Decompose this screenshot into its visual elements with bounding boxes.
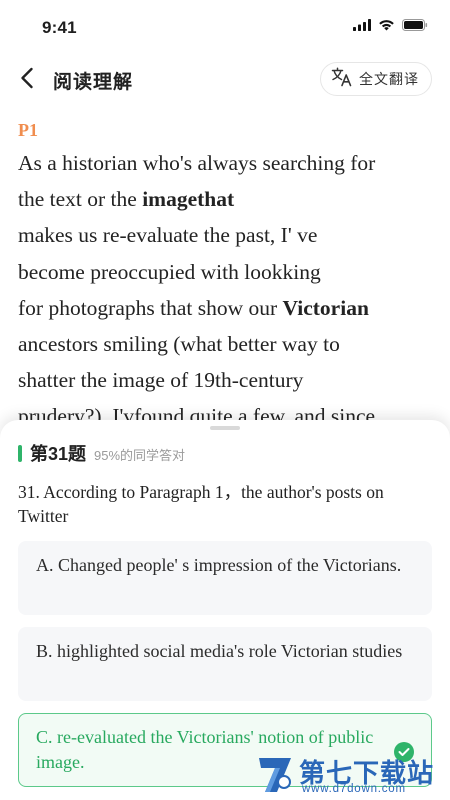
nav-bar: 阅读理解 全文翻译 bbox=[0, 56, 450, 104]
question-number: 第31题 bbox=[30, 444, 87, 464]
option-b-text: B. highlighted social media's role Victo… bbox=[36, 641, 403, 661]
question-correct-rate: 95%的同学答对 bbox=[94, 448, 186, 463]
status-bar: 9:41 bbox=[0, 0, 450, 56]
passage-keyword: Victorian bbox=[282, 295, 369, 320]
passage-text-segment: become preoccupied with lookking bbox=[18, 259, 321, 284]
passage-text-segment: the text or the bbox=[18, 187, 143, 212]
passage-text-segment: ancestors smiling (what better way to bbox=[18, 332, 340, 357]
question-header: 第31题 95%的同学答对 bbox=[18, 442, 185, 464]
wifi-icon bbox=[378, 18, 395, 36]
paragraph-label: P1 bbox=[18, 120, 38, 140]
status-time: 9:41 bbox=[42, 18, 77, 37]
passage-text-segment: for photographs that show our bbox=[18, 295, 283, 320]
status-icons bbox=[353, 19, 428, 35]
passage-line: shatter the image of 19th-century bbox=[18, 362, 438, 398]
passage-line: ancestors smiling (what better way to bbox=[18, 326, 438, 362]
passage-text-segment: As a historian who's always searching fo… bbox=[18, 151, 376, 175]
option-a-text: A. Changed people' s impression of the V… bbox=[36, 555, 402, 575]
option-a[interactable]: A. Changed people' s impression of the V… bbox=[18, 541, 432, 615]
passage-line: prudery?). I'vfound quite a few, and sin… bbox=[18, 398, 438, 420]
passage-text-segment: shatter the image of 19th-century bbox=[18, 368, 304, 393]
passage-text-segment: makes us re-evaluate the past, I' ve bbox=[18, 223, 318, 248]
translate-icon bbox=[331, 66, 353, 92]
passage-line: As a historian who's always searching fo… bbox=[18, 145, 438, 181]
page-title: 阅读理解 bbox=[53, 72, 134, 93]
chevron-left-icon bbox=[20, 67, 34, 94]
full-text-translate-button[interactable]: 全文翻译 bbox=[320, 62, 432, 96]
question-sheet: 第31题 95%的同学答对 31. According to Paragraph… bbox=[0, 420, 450, 800]
passage-keyword: imagethat bbox=[142, 187, 235, 212]
question-text: 31. According to Paragraph 1，the author'… bbox=[18, 482, 384, 526]
sheet-drag-handle[interactable] bbox=[210, 426, 240, 430]
watermark-logo-icon bbox=[255, 752, 295, 796]
battery-icon bbox=[402, 18, 428, 36]
passage-line: makes us re-evaluate the past, I' ve bbox=[18, 217, 438, 253]
translate-label: 全文翻译 bbox=[359, 71, 419, 87]
watermark: 第七下载站 www.d7down.com bbox=[255, 750, 445, 800]
passage-line: the text or the imagethat bbox=[18, 181, 438, 217]
option-b[interactable]: B. highlighted social media's role Victo… bbox=[18, 627, 432, 701]
question-accent-bar bbox=[18, 444, 22, 462]
passage-line: for photographs that show our Victorian bbox=[18, 290, 438, 326]
passage: P1 As a historian who's always searching… bbox=[18, 115, 438, 420]
signal-icon bbox=[353, 18, 371, 36]
watermark-url: www.d7down.com bbox=[302, 783, 406, 795]
passage-text: As a historian who's always searching fo… bbox=[18, 145, 438, 420]
passage-text-segment: prudery?). I'vfound quite a few, and sin… bbox=[18, 404, 376, 420]
back-button[interactable] bbox=[14, 66, 40, 94]
passage-line: become preoccupied with lookking bbox=[18, 254, 438, 290]
